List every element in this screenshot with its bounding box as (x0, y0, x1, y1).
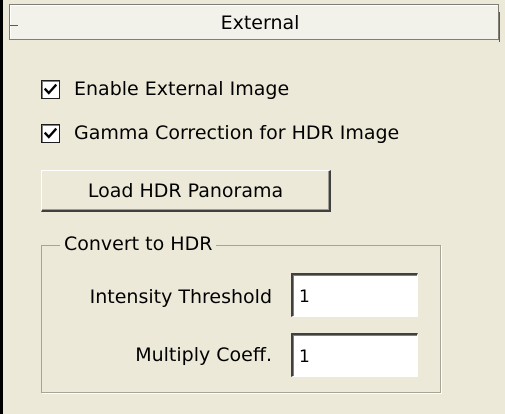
enable-external-image-label: Enable External Image (74, 78, 290, 100)
checkmark-icon (44, 83, 57, 95)
multiply-coeff-input[interactable] (291, 333, 418, 377)
external-panel: External Enable External Image Gamma Cor… (0, 0, 505, 414)
intensity-threshold-input[interactable] (291, 273, 418, 317)
multiply-coeff-label: Multiply Coeff. (135, 344, 272, 366)
gamma-correction-label: Gamma Correction for HDR Image (74, 122, 400, 144)
panel-header[interactable]: External (9, 4, 499, 40)
gamma-correction-checkbox[interactable]: Gamma Correction for HDR Image (41, 121, 399, 145)
convert-to-hdr-group: Convert to HDR Intensity Threshold Multi… (41, 233, 441, 393)
enable-external-image-checkbox-box[interactable] (41, 79, 60, 99)
enable-external-image-checkbox[interactable]: Enable External Image (41, 77, 289, 101)
intensity-threshold-label: Intensity Threshold (89, 286, 272, 308)
convert-to-hdr-title: Convert to HDR (60, 233, 217, 255)
gamma-correction-checkbox-box[interactable] (41, 123, 60, 143)
header-divider-right (499, 12, 500, 42)
panel-title: External (220, 12, 300, 34)
checkmark-icon (44, 127, 57, 139)
load-hdr-panorama-button[interactable]: Load HDR Panorama (41, 170, 331, 212)
